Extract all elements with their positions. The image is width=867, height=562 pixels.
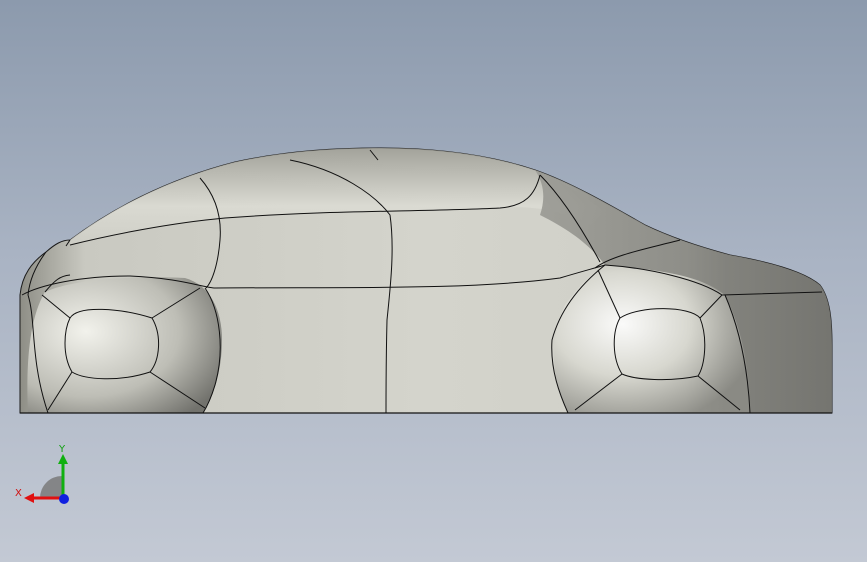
front-lamp-surface bbox=[27, 277, 223, 413]
graphics-viewport[interactable]: Y X bbox=[0, 0, 867, 562]
y-axis-label: Y bbox=[58, 444, 66, 455]
car-body-model[interactable] bbox=[0, 0, 867, 562]
y-axis-arrowhead-icon bbox=[58, 454, 68, 464]
x-axis-arrowhead-icon bbox=[24, 493, 34, 503]
coordinate-axes-triad[interactable]: Y X bbox=[12, 440, 76, 510]
z-axis-dot-icon bbox=[59, 494, 69, 504]
x-axis-label: X bbox=[15, 488, 22, 499]
triad-quadrant-shading bbox=[40, 476, 62, 498]
